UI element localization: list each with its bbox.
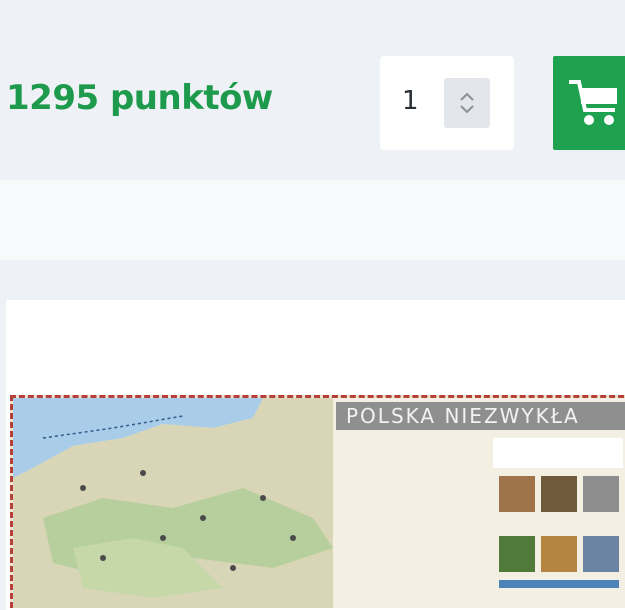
map-title: POLSKA NIEZWYKŁA — [336, 402, 625, 430]
quantity-value[interactable]: 1 — [402, 86, 419, 116]
add-to-cart-button[interactable] — [553, 56, 625, 150]
quantity-input[interactable]: 1 — [380, 56, 514, 150]
quantity-stepper[interactable] — [444, 78, 490, 128]
shopping-cart-icon — [569, 80, 617, 125]
section-divider — [0, 180, 625, 260]
product-price-row: 1295 punktów 1 — [0, 0, 625, 180]
price-points: 1295 punktów — [6, 78, 273, 118]
chevron-up-down-icon[interactable] — [457, 90, 477, 116]
